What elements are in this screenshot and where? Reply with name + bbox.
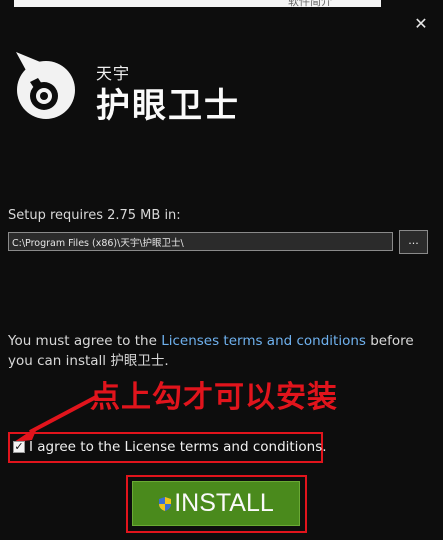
app-logo-icon — [16, 52, 75, 119]
annotation-text: 点上勾才可以安装 — [90, 380, 338, 415]
install-button[interactable]: INSTALL — [132, 481, 300, 526]
close-button[interactable]: ✕ — [410, 14, 432, 34]
install-path-input[interactable] — [8, 232, 393, 251]
space-requirement-label: Setup requires 2.75 MB in: — [8, 208, 181, 223]
license-link[interactable]: Licenses terms and conditions — [161, 333, 366, 349]
close-icon: ✕ — [414, 14, 428, 33]
install-highlight-frame: INSTALL — [126, 475, 307, 533]
brand-title: 护眼卫士 — [96, 86, 240, 126]
top-strip: 软件简介 — [0, 0, 443, 8]
license-agree-row: ✓ I agree to the License terms and condi… — [8, 432, 327, 463]
install-button-label: INSTALL — [174, 489, 274, 517]
license-notice-prefix: You must agree to the — [8, 333, 162, 349]
license-notice: You must agree to the Licenses terms and… — [8, 331, 428, 371]
browse-button[interactable]: ... — [399, 230, 428, 254]
license-agree-label[interactable]: I agree to the License terms and conditi… — [29, 439, 327, 455]
shield-icon — [159, 496, 172, 511]
license-agree-checkbox[interactable]: ✓ — [13, 441, 25, 453]
top-overflow-text: 软件简介 — [288, 0, 332, 8]
